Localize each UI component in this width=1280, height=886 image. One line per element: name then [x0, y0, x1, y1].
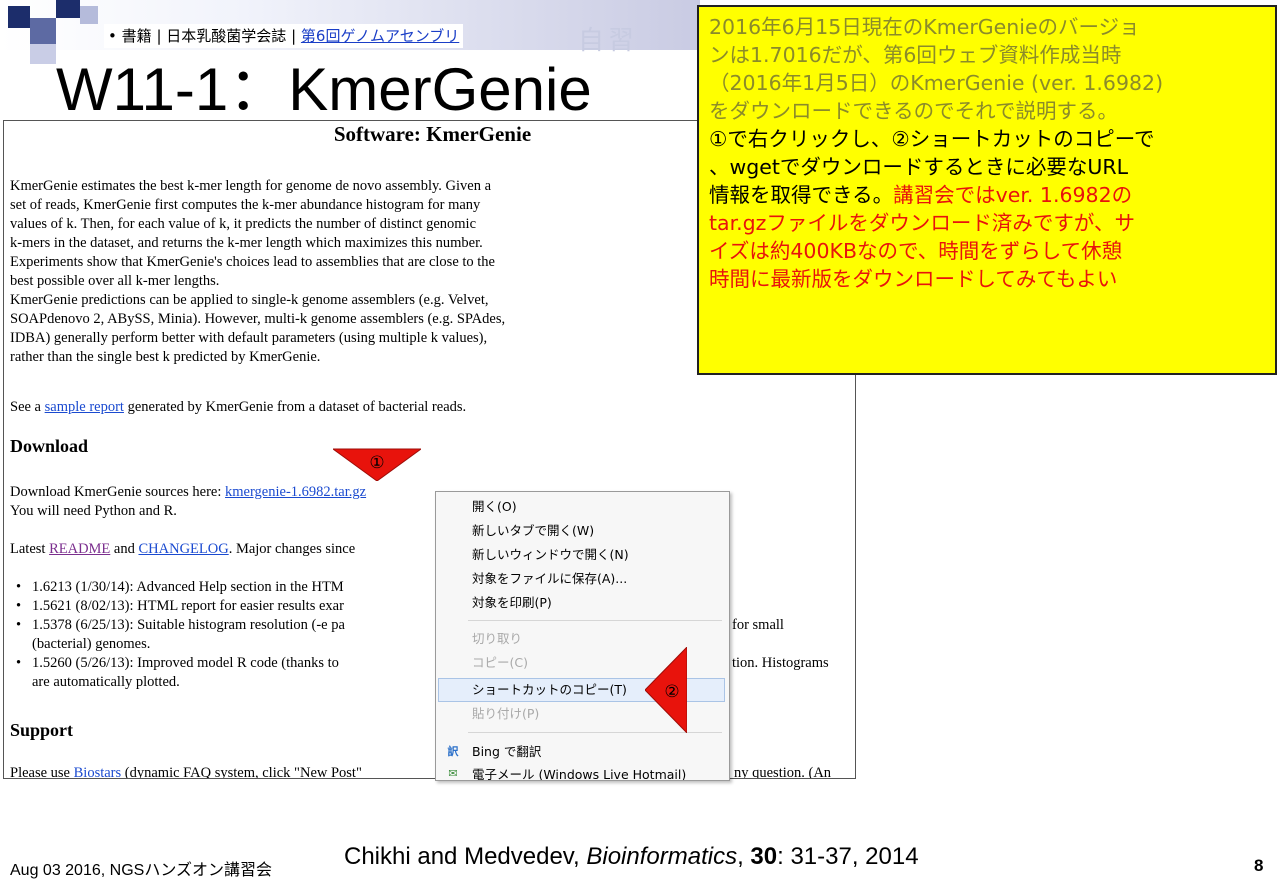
citation: Chikhi and Medvedev, Bioinformatics, 30:…: [344, 843, 919, 870]
menu-item-email[interactable]: 電子メール (Windows Live Hotmail): [472, 764, 686, 780]
translate-icon: 訳: [447, 745, 459, 758]
menu-item-open-new-window[interactable]: 新しいウィンドウで開く(N): [472, 544, 629, 566]
menu-item-copy-shortcut[interactable]: ショートカットのコピー(T): [472, 679, 627, 701]
sample-report-line: See a sample report generated by KmerGen…: [10, 399, 467, 415]
tag-books[interactable]: 書籍: [122, 27, 152, 45]
header-bullet: •: [108, 27, 117, 45]
page-number: 8: [1254, 856, 1264, 875]
menu-item-cut: 切り取り: [472, 631, 523, 646]
menu-item-open-new-tab[interactable]: 新しいタブで開く(W): [472, 520, 594, 542]
download-line: Download KmerGenie sources here: kmergen…: [10, 484, 367, 500]
context-menu: 開く(O) 新しいタブで開く(W) 新しいウィンドウで開く(N) 対象をファイル…: [435, 491, 730, 781]
kmergenie-download-link[interactable]: kmergenie-1.6982.tar.gz: [225, 484, 366, 500]
menu-item-copy: コピー(C): [472, 655, 528, 670]
intro-paragraph: KmerGenie estimates the best k-mer lengt…: [10, 178, 506, 365]
slide-title: W11-1：KmerGenie: [56, 56, 592, 123]
menu-item-open[interactable]: 開く(O): [472, 496, 517, 518]
footer-date-event: Aug 03 2016, NGSハンズオン講習会: [10, 862, 272, 879]
menu-separator: [468, 620, 722, 621]
readme-link[interactable]: README: [49, 541, 110, 557]
marker-one: ①: [369, 453, 384, 473]
arrow-down-icon: ①: [333, 448, 421, 481]
support-heading: Support: [10, 720, 74, 740]
tag-genome-assembly-link[interactable]: 第6回ゲノムアセンブリ: [301, 27, 459, 45]
requirements-text: You will need Python and R.: [10, 503, 177, 519]
header-tags: • 書籍 | 日本乳酸菌学会誌 | 第6回ゲノムアセンブリ: [104, 24, 464, 48]
download-heading: Download: [10, 436, 89, 456]
change-item: 1.6213 (1/30/14): Advanced Help section …: [16, 578, 344, 597]
change-item: 1.5260 (5/26/13): Improved model R code …: [16, 654, 339, 673]
explanation-callout: 2016年6月15日現在のKmerGenieのバージョ ンは1.7016だが、第…: [697, 5, 1277, 375]
biostars-link[interactable]: Biostars: [74, 765, 122, 778]
menu-item-save-target[interactable]: 対象をファイルに保存(A)...: [472, 568, 627, 590]
change-item: 1.5621 (8/02/13): HTML report for easier…: [16, 597, 344, 616]
menu-item-print-target[interactable]: 対象を印刷(P): [472, 592, 552, 614]
arrow-left-icon: ②: [645, 647, 687, 733]
sample-report-link[interactable]: sample report: [45, 399, 124, 415]
menu-item-bing-translate[interactable]: Bing で翻訳: [472, 741, 541, 763]
menu-item-paste: 貼り付け(P): [472, 706, 540, 721]
change-item: 1.5378 (6/25/13): Suitable histogram res…: [16, 616, 345, 635]
support-line: Please use Biostars (dynamic FAQ system,…: [10, 765, 362, 779]
marker-two: ②: [664, 682, 679, 702]
tag-journal[interactable]: 日本乳酸菌学会誌: [166, 27, 286, 45]
email-icon: ✉: [448, 767, 458, 780]
changelog-link[interactable]: CHANGELOG: [138, 541, 228, 557]
latest-changes-line: Latest README and CHANGELOG. Major chang…: [10, 541, 356, 557]
